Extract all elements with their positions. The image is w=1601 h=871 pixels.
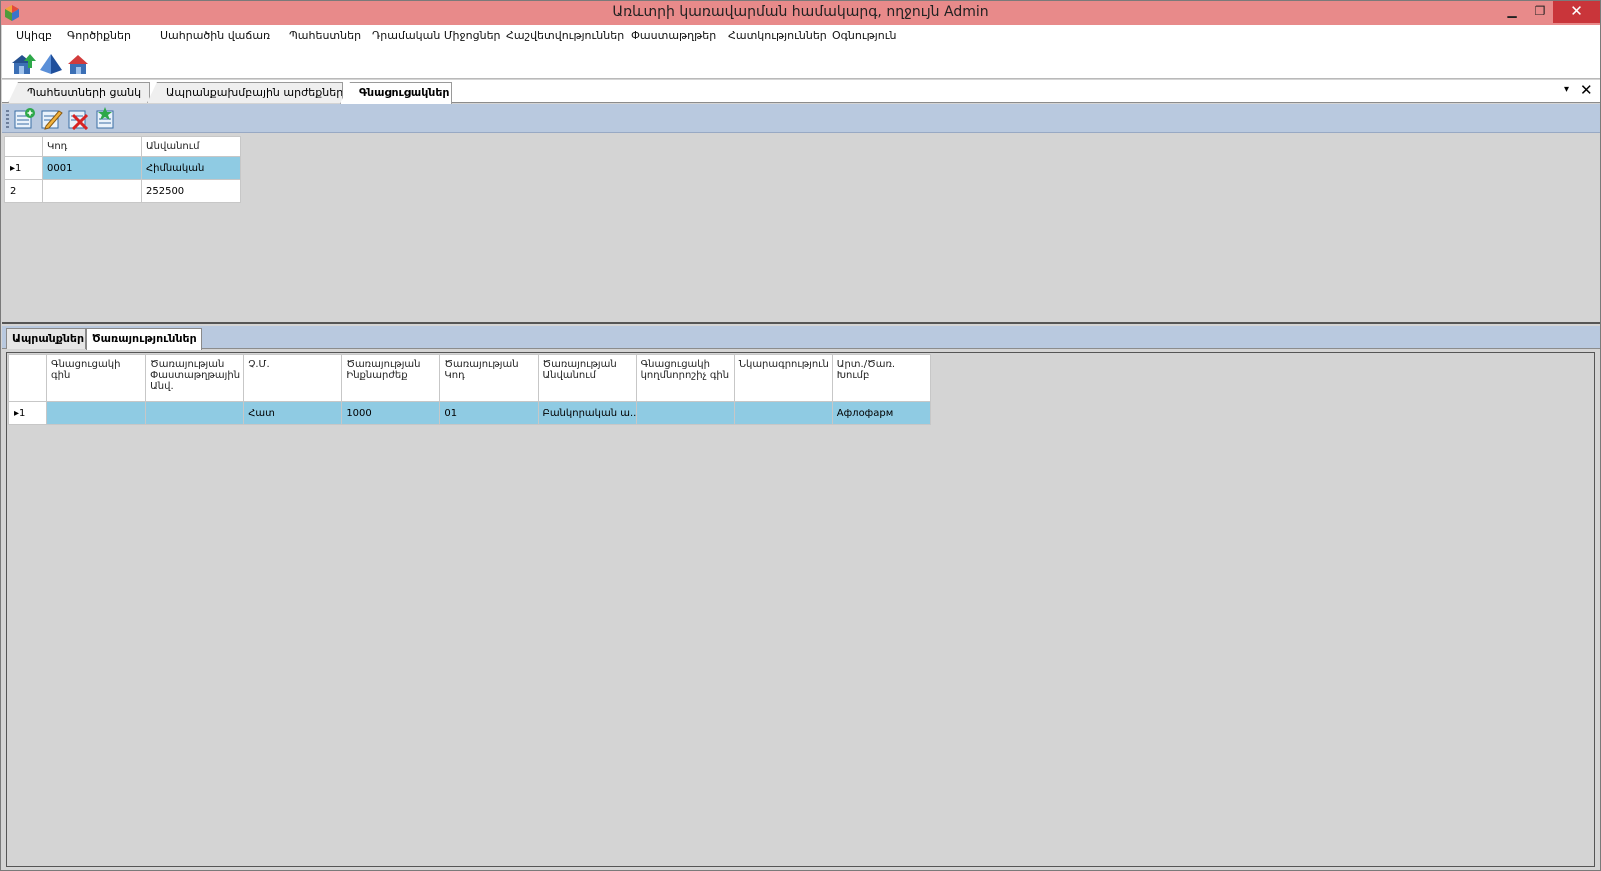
edit-row-icon[interactable] bbox=[40, 107, 63, 130]
column-header-name[interactable]: Անվանում bbox=[141, 136, 241, 157]
maximize-button[interactable]: ❐ bbox=[1525, 1, 1555, 23]
menu-item-start[interactable]: Սկիզբ bbox=[16, 29, 52, 42]
close-button[interactable]: ✕ bbox=[1553, 1, 1600, 23]
app-toolbar bbox=[2, 47, 1600, 79]
price-list-grid: Կոդ Անվանում ▸1 0001 Հիմնական 2 252500 bbox=[4, 136, 241, 203]
column-header-service-name[interactable]: Ծառայության Անվանում bbox=[537, 354, 637, 402]
column-header-doc-name[interactable]: Ծառայության Փաստաթղթային Անվ. bbox=[145, 354, 245, 402]
tab-group-values[interactable]: Ապրանքախմբային արժեքներ... bbox=[147, 82, 343, 103]
menu-item-help[interactable]: Օգնություն bbox=[832, 29, 896, 42]
cell-doc-name[interactable] bbox=[145, 401, 245, 425]
toolbar-grip[interactable] bbox=[6, 110, 9, 128]
table-row[interactable]: ▸1 Հատ 1000 01 Բանկորական ա... Афлофарм bbox=[7, 401, 932, 425]
grid-corner bbox=[4, 136, 43, 157]
cell-name[interactable]: 252500 bbox=[141, 179, 241, 203]
column-header-price[interactable]: Գնացուցակի գին bbox=[46, 354, 147, 402]
tab-services[interactable]: Ծառայություններ bbox=[86, 328, 202, 350]
grid-toolbar bbox=[2, 104, 1600, 133]
menu-item-sales[interactable]: Սահրածին վաճառ bbox=[160, 29, 270, 42]
column-header-unit[interactable]: Չ.Մ. bbox=[243, 354, 343, 402]
menu-bar: Սկիզբ Գործիքներ Սահրածին վաճառ Պահեստներ… bbox=[2, 25, 1600, 47]
column-header-service-code[interactable]: Ծառայության Կոդ bbox=[439, 354, 539, 402]
menu-item-tools[interactable]: Գործիքներ bbox=[67, 29, 131, 42]
app-window: Առևտրի կառավարման համակարգ, ողջույն Admi… bbox=[0, 0, 1601, 871]
menu-item-documents[interactable]: Փաստաթղթեր bbox=[631, 29, 716, 42]
row-header[interactable]: 2 bbox=[4, 179, 43, 203]
tab-products[interactable]: Ապրանքներ bbox=[6, 328, 86, 349]
services-grid-area: Գնացուցակի գին Ծառայության Փաստաթղթային … bbox=[6, 352, 1595, 867]
column-header-group[interactable]: Արտ./Ծառ. Խումբ bbox=[831, 354, 932, 402]
cell-name[interactable]: Հիմնական bbox=[141, 156, 241, 180]
title-bar: Առևտրի կառավարման համակարգ, ողջույն Admi… bbox=[1, 1, 1600, 25]
row-header[interactable]: ▸1 bbox=[4, 156, 43, 180]
tab-warehouse-list[interactable]: Պահեստների ցանկ bbox=[8, 82, 150, 103]
row-header[interactable]: ▸1 bbox=[7, 401, 48, 425]
house-red-icon[interactable] bbox=[66, 52, 90, 76]
menu-item-cash[interactable]: Դրամական Միջոցներ bbox=[372, 29, 501, 42]
tab-price-lists[interactable]: Գնացուցակներ bbox=[340, 82, 452, 104]
tab-close-icon[interactable]: ✕ bbox=[1580, 81, 1593, 99]
cell-price[interactable] bbox=[46, 401, 147, 425]
table-row[interactable]: 2 252500 bbox=[4, 179, 241, 203]
cell-service-code[interactable]: 01 bbox=[439, 401, 539, 425]
pyramid-icon[interactable] bbox=[39, 52, 63, 76]
column-header-cost[interactable]: Ծառայության Ինքնարժեք bbox=[341, 354, 441, 402]
table-row[interactable]: ▸1 0001 Հիմնական bbox=[4, 156, 241, 180]
cell-group[interactable]: Афлофарм bbox=[831, 401, 932, 425]
document-tabs: Պահեստների ցանկ Ապրանքախմբային արժեքներ.… bbox=[2, 80, 1600, 104]
cell-unit[interactable]: Հատ bbox=[243, 401, 343, 425]
services-grid: Գնացուցակի գին Ծառայության Փաստաթղթային … bbox=[7, 354, 932, 425]
column-header-description[interactable]: Նկարագրություն bbox=[733, 354, 833, 402]
grid-corner bbox=[7, 354, 48, 402]
detail-tabs: Ապրանքներ Ծառայություններ bbox=[2, 326, 1600, 350]
save-row-icon[interactable] bbox=[94, 107, 117, 130]
column-header-reference-price[interactable]: Գնացուցակի կողմնորոշիչ գին bbox=[635, 354, 735, 402]
house-up-icon[interactable] bbox=[12, 52, 36, 76]
tab-list-dropdown-icon[interactable]: ▾ bbox=[1564, 84, 1569, 95]
menu-item-warehouses[interactable]: Պահեստներ bbox=[289, 29, 361, 42]
menu-item-reports[interactable]: Հաշվետվություններ bbox=[506, 29, 624, 42]
cell-code[interactable] bbox=[42, 179, 142, 203]
delete-row-icon[interactable] bbox=[67, 107, 90, 130]
price-list-grid-area: Կոդ Անվանում ▸1 0001 Հիմնական 2 252500 bbox=[2, 134, 1600, 324]
minimize-button[interactable]: ▁ bbox=[1497, 1, 1527, 23]
cell-reference-price[interactable] bbox=[635, 401, 735, 425]
add-row-icon[interactable] bbox=[13, 107, 36, 130]
cell-service-name[interactable]: Բանկորական ա... bbox=[537, 401, 637, 425]
cell-code[interactable]: 0001 bbox=[42, 156, 142, 180]
cell-cost[interactable]: 1000 bbox=[341, 401, 441, 425]
column-header-code[interactable]: Կոդ bbox=[42, 136, 142, 157]
menu-item-properties[interactable]: Հատկություններ bbox=[728, 29, 827, 42]
cell-description[interactable] bbox=[733, 401, 833, 425]
window-title: Առևտրի կառավարման համակարգ, ողջույն Admi… bbox=[612, 4, 989, 20]
